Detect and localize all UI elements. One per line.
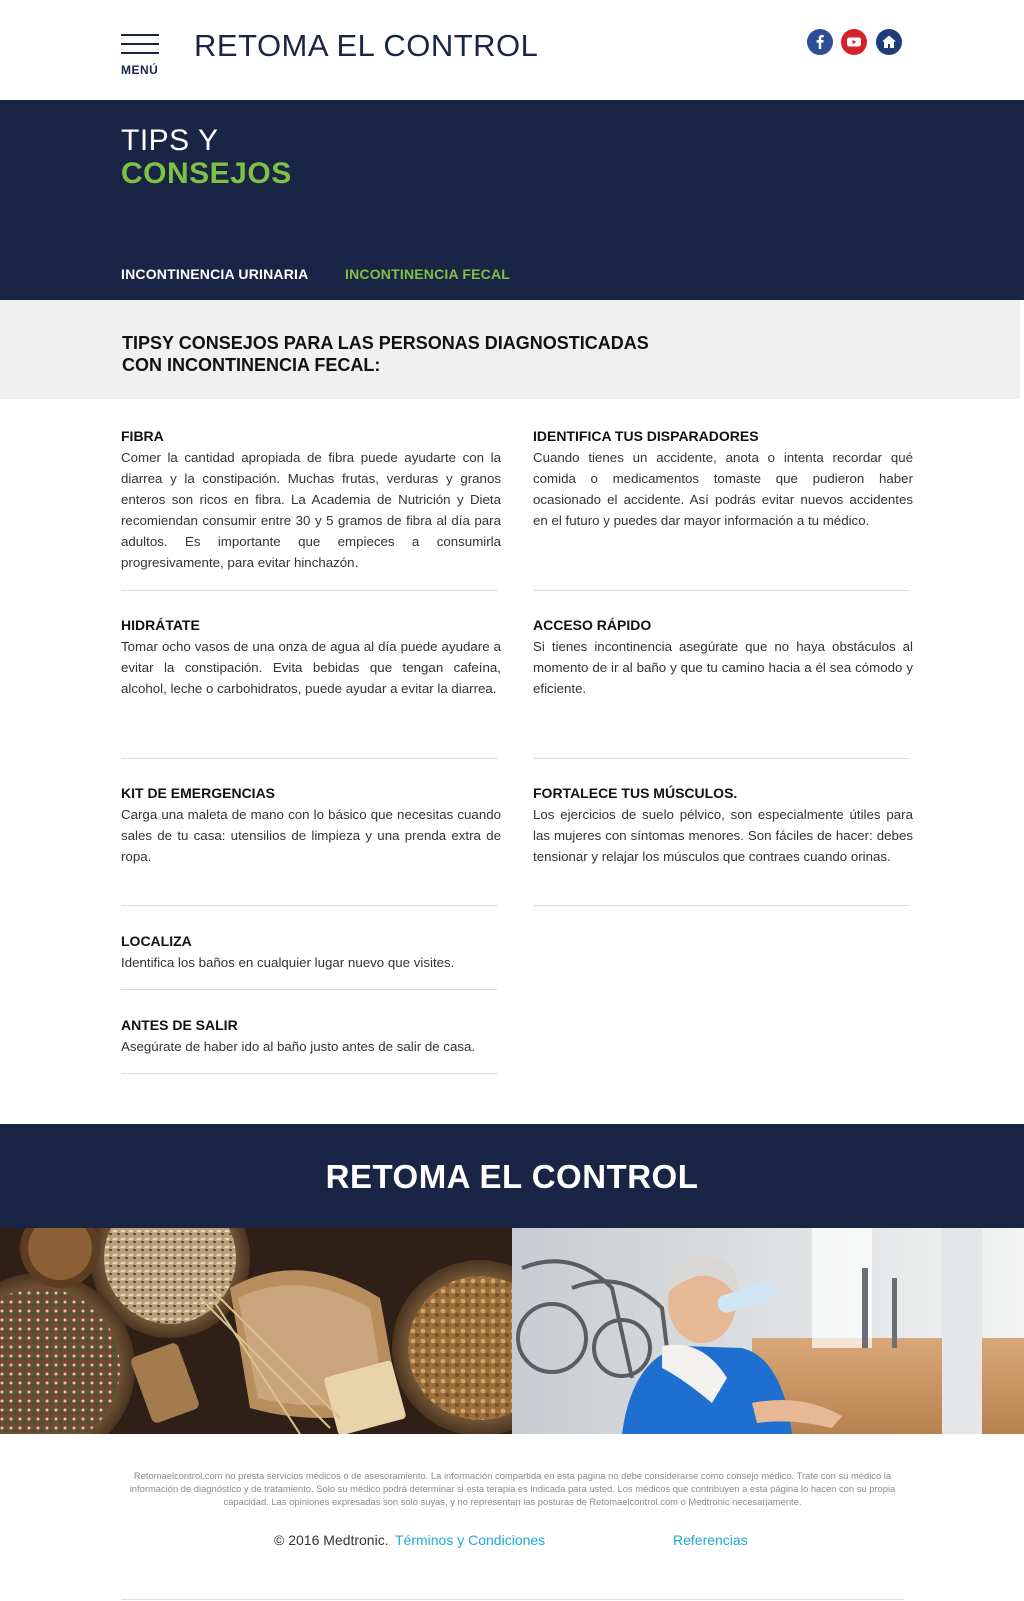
tip-antes-de-salir: ANTES DE SALIR Asegúrate de haber ido al… xyxy=(121,1017,501,1057)
tab-incontinencia-fecal[interactable]: INCONTINENCIA FECAL xyxy=(345,266,510,282)
tip-body: Si tienes incontinencia asegúrate que no… xyxy=(533,639,913,696)
tip-body: Comer la cantidad apropiada de fibra pue… xyxy=(121,450,501,570)
cta-banner: RETOMA EL CONTROL xyxy=(0,1124,1024,1228)
hero-title-line1: TIPS Y xyxy=(121,124,219,157)
youtube-icon[interactable] xyxy=(841,29,867,55)
tip-body: Identifica los baños en cualquier lugar … xyxy=(121,955,455,970)
hamburger-bar xyxy=(121,52,159,54)
tip-fortalece-musculos: FORTALECE TUS MÚSCULOS. Los ejercicios d… xyxy=(533,785,913,867)
woman-drinking-water-photo xyxy=(512,1228,1024,1434)
divider xyxy=(121,590,497,591)
hamburger-bar xyxy=(121,43,159,45)
tip-hidratate: HIDRÁTATE Tomar ocho vasos de una onza d… xyxy=(121,617,501,699)
section-header: TIPSY CONSEJOS PARA LAS PERSONAS DIAGNOS… xyxy=(0,300,1020,399)
tip-fibra: FIBRA Comer la cantidad apropiada de fib… xyxy=(121,428,501,573)
hero-title-line2: CONSEJOS xyxy=(121,157,292,190)
tip-kit-emergencias: KIT DE EMERGENCIAS Carga una maleta de m… xyxy=(121,785,501,867)
terms-link[interactable]: Términos y Condiciones xyxy=(395,1532,545,1548)
tip-body: Carga una maleta de mano con lo básico q… xyxy=(121,807,501,864)
tab-incontinencia-urinaria[interactable]: INCONTINENCIA URINARIA xyxy=(121,266,308,282)
home-icon[interactable] xyxy=(876,29,902,55)
site-header: MENÚ RETOMA EL CONTROL xyxy=(0,0,1024,100)
tip-body: Cuando tienes un accidente, anota o inte… xyxy=(533,450,913,528)
tip-identifica: IDENTIFICA TUS DISPARADORES Cuando tiene… xyxy=(533,428,913,531)
divider xyxy=(121,1073,497,1074)
tip-localiza: LOCALIZA Identifica los baños en cualqui… xyxy=(121,933,501,973)
section-title: TIPSY CONSEJOS PARA LAS PERSONAS DIAGNOS… xyxy=(122,333,649,375)
tip-body: Tomar ocho vasos de una onza de agua al … xyxy=(121,639,501,696)
copyright: © 2016 Medtronic. xyxy=(274,1532,389,1548)
divider xyxy=(121,905,497,906)
hamburger-icon xyxy=(121,34,159,36)
tip-acceso-rapido: ACCESO RÁPIDO Si tienes incontinencia as… xyxy=(533,617,913,699)
fiber-foods-photo xyxy=(0,1228,512,1434)
references-link[interactable]: Referencias xyxy=(673,1532,748,1548)
disclaimer-text: Retomaelcontrol.com no presta servicios … xyxy=(129,1470,896,1507)
tip-title: IDENTIFICA TUS DISPARADORES xyxy=(533,428,759,444)
divider xyxy=(533,590,909,591)
tip-title: FIBRA xyxy=(121,428,164,444)
facebook-icon[interactable] xyxy=(807,29,833,55)
tip-title: ACCESO RÁPIDO xyxy=(533,617,652,633)
menu-label: MENÚ xyxy=(121,63,159,77)
tip-body: Los ejercicios de suelo pélvico, son esp… xyxy=(533,807,913,864)
menu-button[interactable]: MENÚ xyxy=(121,34,159,77)
footer-divider xyxy=(121,1599,904,1600)
divider xyxy=(533,758,909,759)
tip-title: FORTALECE TUS MÚSCULOS. xyxy=(533,785,738,801)
site-brand[interactable]: RETOMA EL CONTROL xyxy=(194,28,538,64)
divider xyxy=(121,989,497,990)
tip-title: LOCALIZA xyxy=(121,933,192,949)
tip-title: ANTES DE SALIR xyxy=(121,1017,238,1033)
divider xyxy=(121,758,497,759)
divider xyxy=(533,905,909,906)
banner-title: RETOMA EL CONTROL xyxy=(325,1158,699,1195)
tip-body: Asegúrate de haber ido al baño justo ant… xyxy=(121,1039,476,1054)
tip-title: KIT DE EMERGENCIAS xyxy=(121,785,276,801)
hero-section: TIPS Y CONSEJOS INCONTINENCIA URINARIA I… xyxy=(0,100,1024,300)
tip-title: HIDRÁTATE xyxy=(121,617,200,633)
